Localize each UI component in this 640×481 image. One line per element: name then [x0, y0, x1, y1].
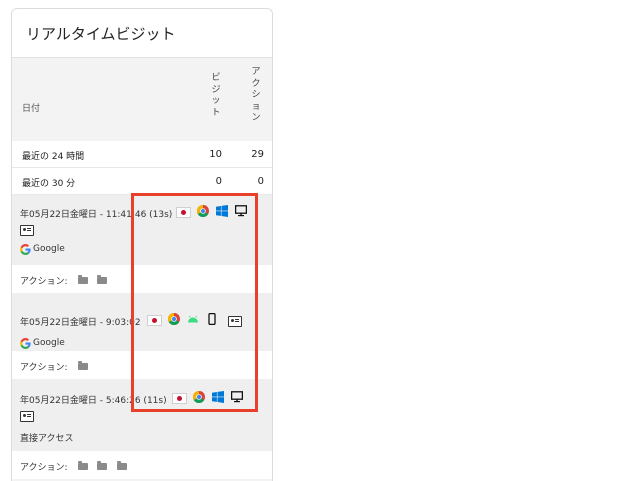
- visit-actions-row: アクション:: [12, 351, 272, 379]
- chrome-icon: [193, 391, 205, 403]
- actions-label: アクション:: [20, 277, 68, 287]
- visit-datetime: 年05月22日金曜日 - 5:46:26 (11s): [20, 396, 167, 406]
- japan-flag-icon: [172, 393, 187, 404]
- date-column-header: 日付: [22, 104, 41, 114]
- summary-label: 最近の 24 時間: [22, 152, 85, 162]
- visit-referrer: Google: [33, 338, 65, 348]
- summary-actions: 29: [251, 149, 264, 160]
- summary-visits: 0: [215, 176, 222, 187]
- visitor-profile-icon[interactable]: [20, 225, 34, 236]
- actions-label: アクション:: [20, 463, 68, 473]
- japan-flag-icon: [147, 315, 162, 326]
- table-header: 日付 ビジット アクション: [12, 58, 272, 149]
- visitor-profile-icon[interactable]: [228, 316, 242, 327]
- folder-icon[interactable]: [117, 461, 127, 470]
- desktop-icon: [231, 391, 243, 403]
- windows-icon: [216, 205, 228, 217]
- summary-row-24h: 最近の 24 時間 10 29: [12, 141, 272, 168]
- desktop-icon: [235, 205, 247, 217]
- summary-actions: 0: [257, 176, 264, 187]
- summary-visits: 10: [209, 149, 222, 160]
- folder-icon[interactable]: [97, 275, 107, 284]
- folder-icon[interactable]: [78, 461, 88, 470]
- visits-column-header: ビジット: [211, 73, 221, 118]
- chrome-icon: [168, 313, 180, 325]
- smartphone-icon: [206, 313, 218, 325]
- visit-actions-row: アクション:: [12, 265, 272, 293]
- actions-column-header: アクション: [251, 67, 261, 123]
- visitor-profile-icon[interactable]: [20, 411, 34, 422]
- android-icon: [187, 313, 199, 325]
- visit-datetime: 年05月22日金曜日 - 11:41:46 (13s): [20, 210, 173, 220]
- realtime-visits-widget: リアルタイムビジット 日付 ビジット アクション 最近の 24 時間 10 29…: [11, 8, 273, 481]
- visit-datetime: 年05月22日金曜日 - 9:03:02: [20, 318, 141, 328]
- windows-icon: [212, 391, 224, 403]
- chrome-icon: [197, 205, 209, 217]
- widget-header: リアルタイムビジット: [12, 9, 272, 58]
- folder-icon[interactable]: [78, 275, 88, 284]
- visit-referrer: Google: [33, 244, 65, 254]
- visit-referrer: 直接アクセス: [20, 434, 74, 444]
- summary-row-30m: 最近の 30 分 0 0: [12, 168, 272, 195]
- visit-row[interactable]: 年05月22日金曜日 - 5:46:26 (11s) 直接アクセス: [12, 379, 272, 451]
- folder-icon[interactable]: [97, 461, 107, 470]
- visit-row[interactable]: 年05月22日金曜日 - 9:03:02 Google: [12, 293, 272, 351]
- visit-row[interactable]: 年05月22日金曜日 - 11:41:46 (13s) Google: [12, 195, 272, 265]
- japan-flag-icon: [176, 207, 191, 218]
- actions-label: アクション:: [20, 363, 68, 373]
- summary-label: 最近の 30 分: [22, 179, 76, 189]
- folder-icon[interactable]: [78, 361, 88, 370]
- visit-actions-row: アクション:: [12, 451, 272, 479]
- google-icon: [20, 338, 31, 349]
- google-icon: [20, 244, 31, 255]
- widget-title: リアルタイムビジット: [26, 25, 176, 43]
